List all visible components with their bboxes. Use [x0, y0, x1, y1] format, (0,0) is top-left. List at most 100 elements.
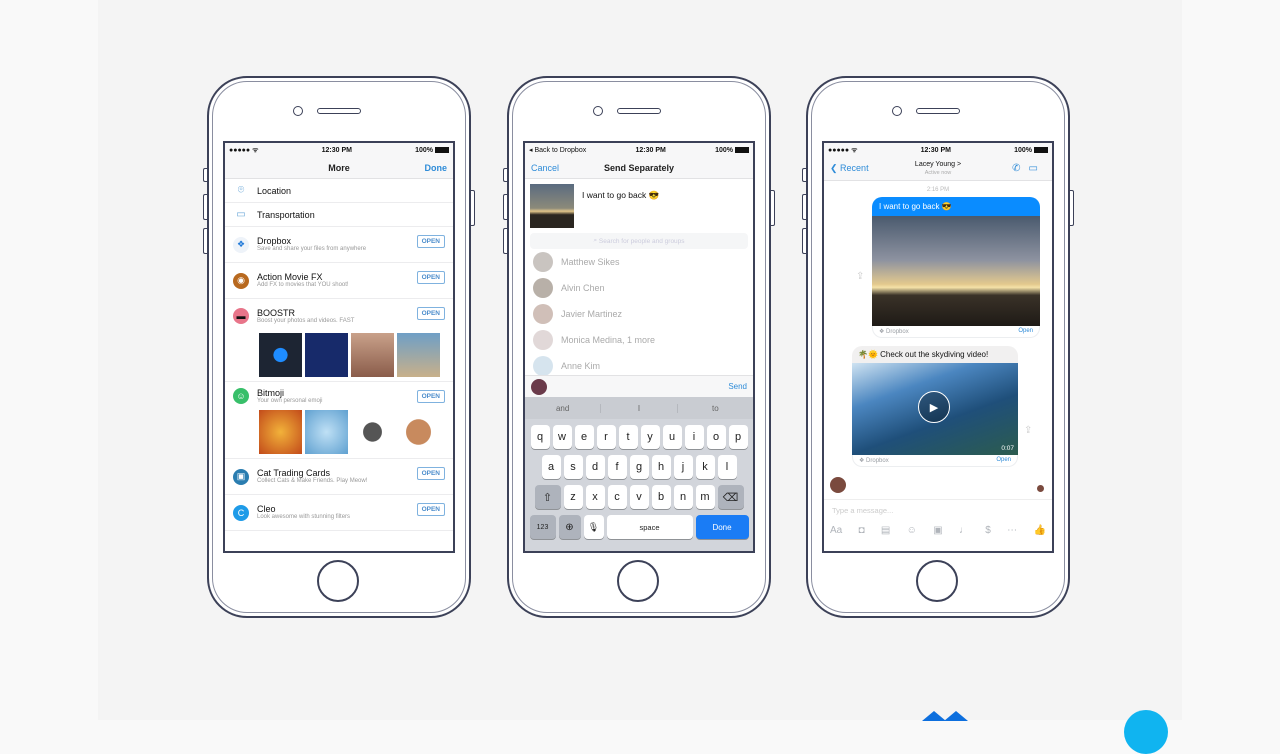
- like-icon[interactable]: 👍: [1033, 525, 1045, 536]
- contact-row[interactable]: Javier Martinez: [525, 301, 753, 327]
- volume-up-button: [203, 194, 207, 220]
- play-icon[interactable]: ▶: [918, 391, 950, 423]
- conversation-header[interactable]: Lacey Young > Active now: [824, 161, 1052, 177]
- key-q[interactable]: q: [530, 425, 550, 449]
- key-m[interactable]: m: [695, 485, 715, 509]
- key-l[interactable]: l: [717, 455, 737, 479]
- cancel-button[interactable]: Cancel: [531, 163, 559, 173]
- sticker-thumbnail[interactable]: [351, 410, 394, 454]
- transportation-row[interactable]: ▭ Transportation: [225, 203, 453, 227]
- contact-row[interactable]: Alvin Chen: [525, 275, 753, 301]
- key-t[interactable]: t: [618, 425, 638, 449]
- home-button[interactable]: [617, 560, 659, 602]
- text-format-icon[interactable]: Aa: [830, 525, 842, 536]
- prediction[interactable]: to: [678, 404, 753, 413]
- home-button[interactable]: [916, 560, 958, 602]
- key-e[interactable]: e: [574, 425, 594, 449]
- key-g[interactable]: g: [629, 455, 649, 479]
- key-h[interactable]: h: [651, 455, 671, 479]
- key-n[interactable]: n: [673, 485, 693, 509]
- timestamp: 2:16 PM: [926, 187, 950, 193]
- open-button[interactable]: OPEN: [416, 390, 445, 403]
- app-row-bitmoji[interactable]: ☺ Bitmoji Your own personal emoji OPEN: [225, 382, 453, 459]
- key-k[interactable]: k: [695, 455, 715, 479]
- key-a[interactable]: a: [541, 455, 561, 479]
- prediction[interactable]: and: [525, 403, 602, 413]
- shift-icon[interactable]: ⇧: [534, 485, 561, 509]
- key-z[interactable]: z: [563, 485, 583, 509]
- app-row-action-movie-fx[interactable]: ◉ Action Movie FX Add FX to movies that Y…: [225, 263, 453, 299]
- preview-thumbnail[interactable]: [259, 333, 302, 377]
- app-row-cat-trading-cards[interactable]: ▣ Cat Trading Cards Collect Cats & Make F…: [225, 459, 453, 495]
- contact-row[interactable]: Monica Medina, 1 more: [525, 327, 753, 353]
- key-w[interactable]: w: [552, 425, 572, 449]
- contact-row[interactable]: Matthew Sikes: [525, 249, 753, 275]
- app-row-cleo[interactable]: C Cleo Look awesome with stunning filters…: [225, 495, 453, 531]
- key-u[interactable]: u: [662, 425, 682, 449]
- done-button[interactable]: Done: [425, 163, 448, 173]
- key-v[interactable]: v: [629, 485, 649, 509]
- sticker-thumbnail[interactable]: [397, 410, 440, 454]
- payment-icon[interactable]: $: [985, 525, 991, 536]
- location-row[interactable]: ⌾ Location: [225, 179, 453, 203]
- open-button[interactable]: OPEN: [416, 503, 445, 516]
- space-key[interactable]: space: [606, 515, 693, 539]
- home-button[interactable]: [317, 560, 359, 602]
- search-input[interactable]: ⌕ Search for people and groups: [530, 233, 748, 249]
- open-link[interactable]: Open: [1018, 328, 1033, 335]
- microphone-icon[interactable]: ♩: [959, 525, 969, 536]
- battery-icon: [435, 146, 449, 153]
- send-button[interactable]: Send: [728, 382, 747, 391]
- more-icon[interactable]: ⋯: [1007, 525, 1017, 536]
- key-b[interactable]: b: [651, 485, 671, 509]
- sticker-thumbnail[interactable]: [259, 410, 302, 454]
- app-row-dropbox[interactable]: ❖ Dropbox Save and share your files from …: [225, 227, 453, 263]
- key-p[interactable]: p: [728, 425, 748, 449]
- microphone-icon[interactable]: 🎙: [583, 515, 604, 539]
- numbers-key[interactable]: 123: [529, 515, 556, 539]
- done-key[interactable]: Done: [695, 515, 749, 539]
- key-j[interactable]: j: [673, 455, 693, 479]
- preview-thumbnail[interactable]: [351, 333, 394, 377]
- camera-icon[interactable]: ◘: [859, 525, 865, 536]
- key-x[interactable]: x: [585, 485, 605, 509]
- open-button[interactable]: OPEN: [416, 271, 445, 284]
- preview-thumbnail[interactable]: [305, 333, 348, 377]
- backspace-icon[interactable]: ⌫: [717, 485, 744, 509]
- message-input[interactable]: I want to go back 😎: [582, 190, 659, 228]
- key-s[interactable]: s: [563, 455, 583, 479]
- key-o[interactable]: o: [706, 425, 726, 449]
- share-icon[interactable]: ⇪: [856, 271, 864, 282]
- battery-icon: [734, 146, 749, 153]
- location-pin-icon: ⌾: [237, 184, 245, 196]
- open-button[interactable]: OPEN: [416, 235, 445, 248]
- incoming-message[interactable]: 🌴🌞 Check out the skydiving video! ▶ 0:07: [852, 346, 1018, 455]
- key-d[interactable]: d: [585, 455, 605, 479]
- share-icon[interactable]: ⇪: [1024, 425, 1032, 436]
- gallery-icon[interactable]: ▤: [881, 525, 890, 536]
- sunset-photo[interactable]: [872, 216, 1040, 326]
- key-y[interactable]: y: [640, 425, 660, 449]
- photo-attachment[interactable]: [530, 184, 574, 228]
- contact-avatar[interactable]: [830, 477, 846, 493]
- key-r[interactable]: r: [596, 425, 616, 449]
- emoji-icon[interactable]: ☺: [907, 525, 917, 536]
- open-button[interactable]: OPEN: [416, 307, 445, 320]
- key-f[interactable]: f: [607, 455, 627, 479]
- sticker-thumbnail[interactable]: [305, 410, 348, 454]
- skydiving-video[interactable]: ▶ 0:07: [852, 363, 1018, 455]
- back-to-dropbox-link[interactable]: ◂ Back to Dropbox: [529, 146, 586, 154]
- open-link[interactable]: Open: [996, 457, 1011, 464]
- gif-icon[interactable]: ▣: [933, 525, 942, 536]
- outgoing-message[interactable]: I want to go back 😎 ❖ Dropbox Open: [872, 197, 1040, 338]
- key-c[interactable]: c: [607, 485, 627, 509]
- preview-thumbnail[interactable]: [397, 333, 440, 377]
- prediction[interactable]: I: [601, 403, 678, 413]
- message-input[interactable]: Type a message...: [824, 500, 1052, 521]
- open-button[interactable]: OPEN: [416, 467, 445, 480]
- send-bar: Send: [525, 375, 753, 397]
- clock: 12:30 PM: [635, 146, 666, 154]
- globe-icon[interactable]: ⊕: [558, 515, 581, 539]
- key-i[interactable]: i: [684, 425, 704, 449]
- app-row-boostr[interactable]: ▬ BOOSTR Boost your photos and videos. FA…: [225, 299, 453, 382]
